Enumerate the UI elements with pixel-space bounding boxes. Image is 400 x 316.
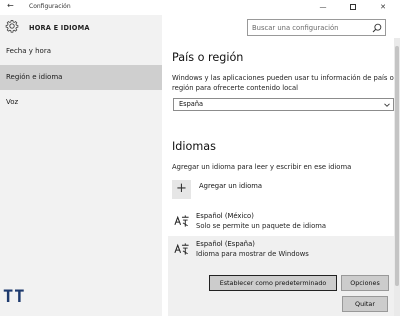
chevron-down-icon — [384, 103, 390, 107]
country-select[interactable]: España — [173, 98, 394, 111]
settings-window: ← Configuración — ✕ HORA E IDIOMA Fecha … — [0, 0, 400, 316]
search-icon[interactable] — [372, 23, 382, 33]
sidebar-item-voz[interactable]: Voz — [0, 90, 162, 114]
region-heading: País o región — [172, 51, 244, 64]
tt-logo: TT — [3, 287, 26, 307]
maximize-button[interactable] — [338, 0, 368, 15]
gear-icon — [5, 20, 19, 33]
sidebar: HORA E IDIOMA Fecha y hora Región e idio… — [0, 15, 162, 316]
language-icon — [174, 243, 189, 255]
language-item-es-es[interactable]: Español (España) Idioma para mostrar de … — [168, 236, 396, 316]
language-status: Solo se permite un paquete de idioma — [196, 222, 327, 230]
search-input[interactable] — [252, 20, 370, 35]
country-select-value: España — [179, 100, 204, 108]
back-arrow-icon[interactable]: ← — [7, 1, 14, 10]
set-default-button[interactable]: Establecer como predeterminado — [209, 275, 337, 291]
close-button[interactable]: ✕ — [368, 0, 398, 15]
languages-heading: Idiomas — [172, 140, 216, 153]
add-language-button[interactable]: + Agregar un idioma — [172, 178, 372, 200]
minimize-button[interactable]: — — [308, 0, 338, 15]
search-box[interactable] — [247, 19, 386, 36]
window-title: Configuración — [29, 3, 71, 10]
plus-icon: + — [172, 180, 191, 199]
sidebar-item-fecha-hora[interactable]: Fecha y hora — [0, 39, 162, 63]
region-description: Windows y las aplicaciones pueden usar t… — [172, 74, 394, 92]
language-name: Español (España) — [196, 240, 255, 248]
sidebar-title: HORA E IDIOMA — [29, 24, 90, 32]
language-item-es-mx[interactable]: Español (México) Solo se permite un paqu… — [168, 208, 396, 236]
sidebar-header: HORA E IDIOMA — [0, 15, 162, 41]
options-button[interactable]: Opciones — [341, 275, 389, 291]
main-content: País o región Windows y las aplicaciones… — [162, 38, 400, 316]
sidebar-item-region-idioma[interactable]: Región e idioma — [0, 65, 162, 90]
language-status: Idioma para mostrar de Windows — [196, 250, 309, 258]
maximize-icon — [350, 4, 356, 10]
remove-button[interactable]: Quitar — [342, 296, 388, 312]
title-bar: ← Configuración — ✕ — [0, 0, 400, 15]
add-language-label: Agregar un idioma — [199, 182, 263, 190]
scrollbar[interactable] — [394, 38, 400, 316]
scrollbar-thumb[interactable] — [395, 46, 399, 286]
language-name: Español (México) — [196, 212, 254, 220]
languages-description: Agregar un idioma para leer y escribir e… — [172, 163, 352, 171]
language-icon — [174, 215, 189, 227]
